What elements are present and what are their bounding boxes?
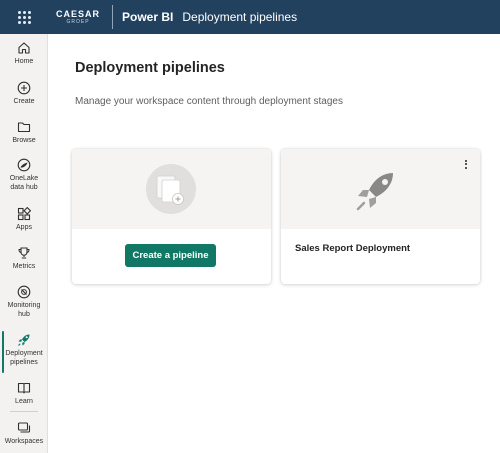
product-name[interactable]: Power BI [122,10,173,24]
nav-item-monitoring-hub[interactable]: Monitoring hub [0,285,48,319]
page-title: Deployment pipelines [75,60,225,76]
app-launcher-button[interactable] [0,0,48,34]
org-logo[interactable]: CAESAR GROEP [52,8,104,25]
breadcrumb: Deployment pipelines [182,10,298,24]
nav-divider [10,411,38,412]
nav-item-browse[interactable]: Browse [0,120,48,145]
pipeline-card[interactable]: Sales Report Deployment [281,149,480,284]
nav-label-apps: Apps [16,224,32,231]
workspaces-icon [17,422,31,433]
card-illustration-area [281,149,480,229]
nav-item-workspaces[interactable]: Workspaces [0,421,48,446]
waffle-icon [17,10,31,24]
nav-item-create[interactable]: Create [0,81,48,106]
more-dot [465,166,467,169]
card-illustration-area [72,149,271,229]
left-nav: Home Create Browse OneLake data hub Apps [0,34,48,453]
new-pipeline-illustration-icon [146,164,196,214]
nav-label-monitoring-1: Monitoring [7,302,41,309]
nav-label-browse: Browse [12,137,36,144]
page-subtitle: Manage your workspace content through de… [75,96,343,107]
nav-item-onelake-data-hub[interactable]: OneLake data hub [0,158,48,192]
more-options-button[interactable] [460,157,472,171]
header-divider [112,5,113,29]
nav-label-monitoring-2: hub [18,311,30,318]
create-pipeline-card: Create a pipeline [72,149,271,284]
book-icon [17,382,31,394]
pipeline-name[interactable]: Sales Report Deployment [295,243,410,254]
nav-label-deployment-2: pipelines [10,359,38,366]
nav-label-deployment-1: Deployment [5,350,43,357]
nav-item-apps[interactable]: Apps [0,207,48,232]
deployment-pipelines-icon [18,334,30,346]
nav-label-workspaces: Workspaces [4,438,44,445]
folder-icon [17,122,31,133]
nav-label-create: Create [13,98,35,105]
nav-item-home[interactable]: Home [0,41,48,66]
onelake-icon [17,158,31,172]
org-logo-name: CAESAR [55,8,100,19]
nav-label-learn: Learn [15,398,33,405]
add-icon [17,81,31,95]
create-pipeline-button[interactable]: Create a pipeline [125,244,216,267]
org-logo-sub: GROEP [66,18,90,25]
nav-label-home: Home [14,58,34,65]
nav-label-onelake-2: data hub [10,184,38,191]
nav-item-learn[interactable]: Learn [0,381,48,406]
more-dot [465,163,467,165]
nav-label-metrics: Metrics [12,263,36,270]
more-dot [465,159,467,162]
top-bar: CAESAR GROEP Power BI Deployment pipelin… [0,0,500,34]
monitoring-icon [17,285,31,299]
nav-label-onelake-1: OneLake [9,175,39,182]
nav-item-metrics[interactable]: Metrics [0,246,48,271]
rocket-icon [356,173,393,211]
trophy-icon [18,247,30,259]
apps-icon [17,207,31,221]
nav-item-deployment-pipelines[interactable]: Deployment pipelines [0,331,48,373]
home-icon [18,42,30,54]
